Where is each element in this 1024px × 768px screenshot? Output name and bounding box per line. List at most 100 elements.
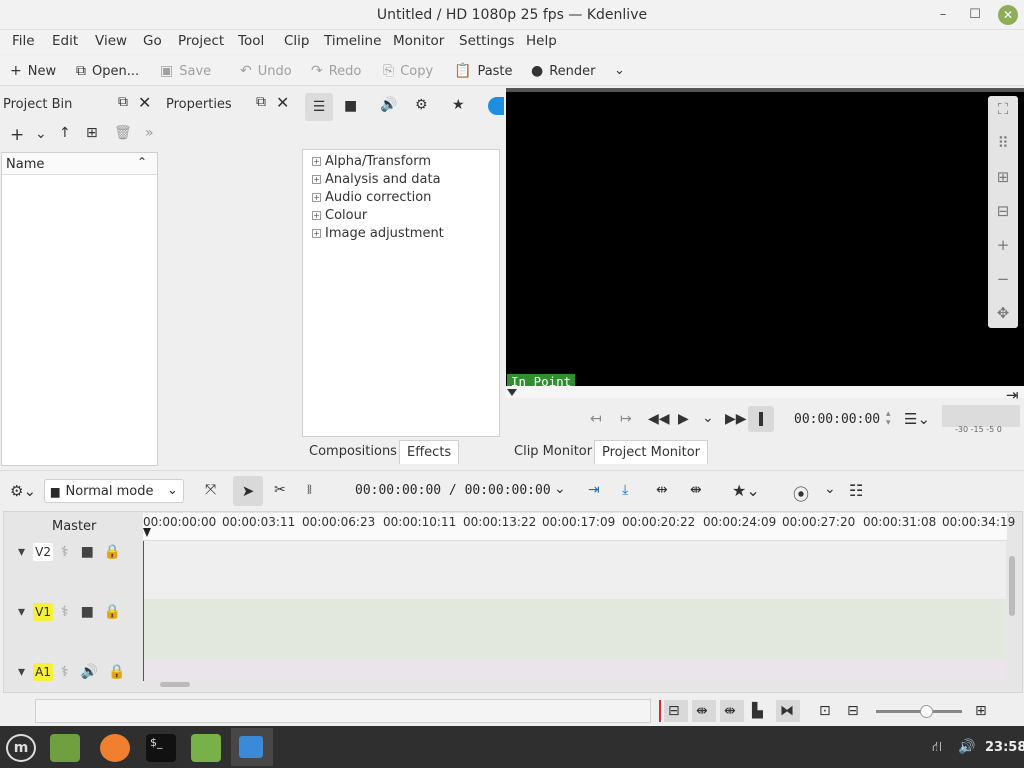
track-lane-v1[interactable]	[144, 599, 1006, 659]
rewind-icon[interactable]: ◀◀	[648, 411, 670, 427]
menu-settings[interactable]: Settings	[459, 33, 514, 49]
move-icon[interactable]: ✥	[993, 304, 1013, 322]
sort-chevron-icon[interactable]: ⌃	[137, 155, 147, 169]
collapse-icon[interactable]: ▾	[18, 544, 25, 560]
menu-view[interactable]: View	[95, 33, 127, 49]
playhead-icon[interactable]	[507, 389, 517, 396]
monitor-ruler[interactable]	[506, 386, 1024, 398]
menu-tool[interactable]: Tool	[238, 33, 264, 49]
firefox-icon[interactable]	[100, 734, 130, 762]
close-panel-icon[interactable]: ✕	[276, 93, 289, 112]
lift-icon[interactable]: ⇹	[656, 482, 668, 498]
paste-button[interactable]: 📋 Paste	[454, 63, 513, 79]
overwrite-icon[interactable]: ⤓	[622, 482, 628, 498]
play-options-icon[interactable]: ⌄	[702, 410, 714, 426]
master-label[interactable]: Master	[52, 519, 96, 534]
set-in-point-icon[interactable]: ↤	[590, 411, 602, 427]
tab-clip-monitor[interactable]: Clip Monitor	[507, 440, 599, 463]
zoom-out-icon[interactable]: −	[993, 270, 1013, 288]
chevron-down-icon[interactable]: ⌄	[554, 481, 566, 497]
menu-clip[interactable]: Clip	[284, 33, 310, 49]
razor-icon[interactable]: ✂	[274, 482, 286, 498]
start-menu-icon[interactable]: m	[6, 734, 36, 762]
track-name-v2[interactable]: V2	[33, 543, 54, 561]
monitor-timecode[interactable]: 00:00:00:00	[794, 412, 880, 427]
camera-icon[interactable]: ■	[81, 544, 94, 560]
track-name-a1[interactable]: A1	[33, 663, 54, 681]
zoom-fit-icon[interactable]: ⊞	[993, 168, 1013, 186]
timeline-position[interactable]: 00:00:00:00 / 00:00:00:00	[355, 483, 551, 498]
save-button[interactable]: ▣ Save	[160, 63, 211, 79]
network-icon[interactable]: ⛙	[932, 739, 942, 757]
minimize-icon[interactable]: –	[934, 6, 952, 24]
menu-edit[interactable]: Edit	[52, 33, 78, 49]
up-arrow-icon[interactable]: ↑	[59, 125, 71, 141]
undo-button[interactable]: ↶ Undo	[240, 63, 292, 79]
copy-button[interactable]: ⎘ Copy	[383, 63, 433, 79]
lock-icon[interactable]: 🔒	[104, 604, 121, 620]
monitor-menu-icon[interactable]: ☰⌄	[904, 410, 930, 428]
effect-category[interactable]: + Audio correction	[303, 188, 431, 206]
list-view-icon[interactable]: ☰	[305, 93, 333, 121]
menu-timeline[interactable]: Timeline	[324, 33, 381, 49]
timecode-spinner-icon[interactable]: ▴ ▾	[886, 410, 891, 428]
chevron-down-icon[interactable]: ⌄	[35, 126, 47, 142]
track-lane-a1[interactable]	[144, 659, 1006, 681]
info-icon[interactable]	[488, 97, 504, 115]
insert-icon[interactable]: ⇥	[588, 482, 600, 498]
record-audio-icon[interactable]: ⦿	[793, 481, 809, 505]
menu-go[interactable]: Go	[143, 33, 162, 49]
effect-category[interactable]: + Alpha/Transform	[303, 152, 431, 170]
grid-icon[interactable]: ⠿	[993, 134, 1013, 152]
effects-wand-icon[interactable]: ⚕	[61, 604, 69, 620]
folder-icon[interactable]	[191, 734, 221, 762]
timeline-settings-icon[interactable]: ☷	[849, 481, 863, 500]
add-folder-icon[interactable]: ⊞	[86, 125, 98, 141]
spacer-tool-icon[interactable]: ⤧	[205, 482, 216, 498]
extract-icon[interactable]: ⇼	[690, 482, 702, 498]
fullscreen-icon[interactable]: ⛶	[993, 100, 1013, 118]
lock-icon[interactable]: 🔒	[104, 544, 121, 560]
zoom-out-icon[interactable]: ⊟	[847, 703, 859, 719]
effect-category[interactable]: + Image adjustment	[303, 224, 444, 242]
subtitle-icon[interactable]: ▙	[752, 703, 763, 719]
chevron-down-icon[interactable]: ⌄	[824, 481, 836, 497]
favorite-star-icon[interactable]: ★⌄	[732, 481, 760, 500]
vertical-scrollbar[interactable]	[1009, 556, 1015, 616]
float-panel-icon[interactable]: ⧉	[118, 94, 128, 110]
effect-category[interactable]: + Analysis and data	[303, 170, 441, 188]
effects-wand-icon[interactable]: ⚕	[61, 544, 69, 560]
lock-icon[interactable]: 🔒	[108, 664, 125, 680]
toolbar-overflow-icon[interactable]: ⌄	[614, 63, 625, 78]
close-icon[interactable]: ✕	[998, 5, 1018, 25]
collapse-icon[interactable]: ▾	[18, 604, 25, 620]
redo-button[interactable]: ↷ Redo	[311, 63, 361, 79]
float-panel-icon[interactable]: ⧉	[256, 94, 266, 110]
menu-help[interactable]: Help	[526, 33, 557, 49]
audio-effects-icon[interactable]: 🔊	[380, 97, 397, 113]
menu-monitor[interactable]: Monitor	[393, 33, 444, 49]
custom-effects-icon[interactable]: ⚙	[415, 97, 428, 113]
zoom-in-icon[interactable]: +	[993, 236, 1013, 254]
zoom-slider[interactable]	[876, 710, 962, 713]
selection-tool-button[interactable]: ➤	[233, 476, 263, 506]
video-effects-icon[interactable]: ■	[344, 98, 357, 114]
tab-compositions[interactable]: Compositions	[302, 440, 404, 463]
stop-button[interactable]	[748, 406, 774, 432]
favorites-icon[interactable]: ★	[452, 97, 465, 113]
edit-mode-select[interactable]: ▆ Normal mode ⌄	[44, 479, 184, 503]
add-clip-icon[interactable]: +	[10, 125, 24, 145]
play-icon[interactable]: ▶	[678, 411, 689, 427]
close-panel-icon[interactable]: ✕	[138, 93, 151, 112]
effect-category[interactable]: + Colour	[303, 206, 367, 224]
zoom-out-fit-icon[interactable]: ⊟	[993, 202, 1013, 220]
effects-wand-icon[interactable]: ⚕	[61, 664, 69, 680]
collapse-icon[interactable]: ▾	[18, 664, 25, 680]
timeline-playhead[interactable]	[143, 528, 151, 537]
name-column-header[interactable]: Name	[6, 157, 44, 172]
zoom-fit-timeline-icon[interactable]: ⊡	[819, 703, 831, 719]
speaker-icon[interactable]: 🔊	[81, 664, 98, 680]
open-button[interactable]: ⧉ Open...	[76, 63, 139, 79]
files-app-icon[interactable]	[50, 734, 80, 762]
project-bin-list[interactable]: Name ⌃	[1, 152, 158, 466]
